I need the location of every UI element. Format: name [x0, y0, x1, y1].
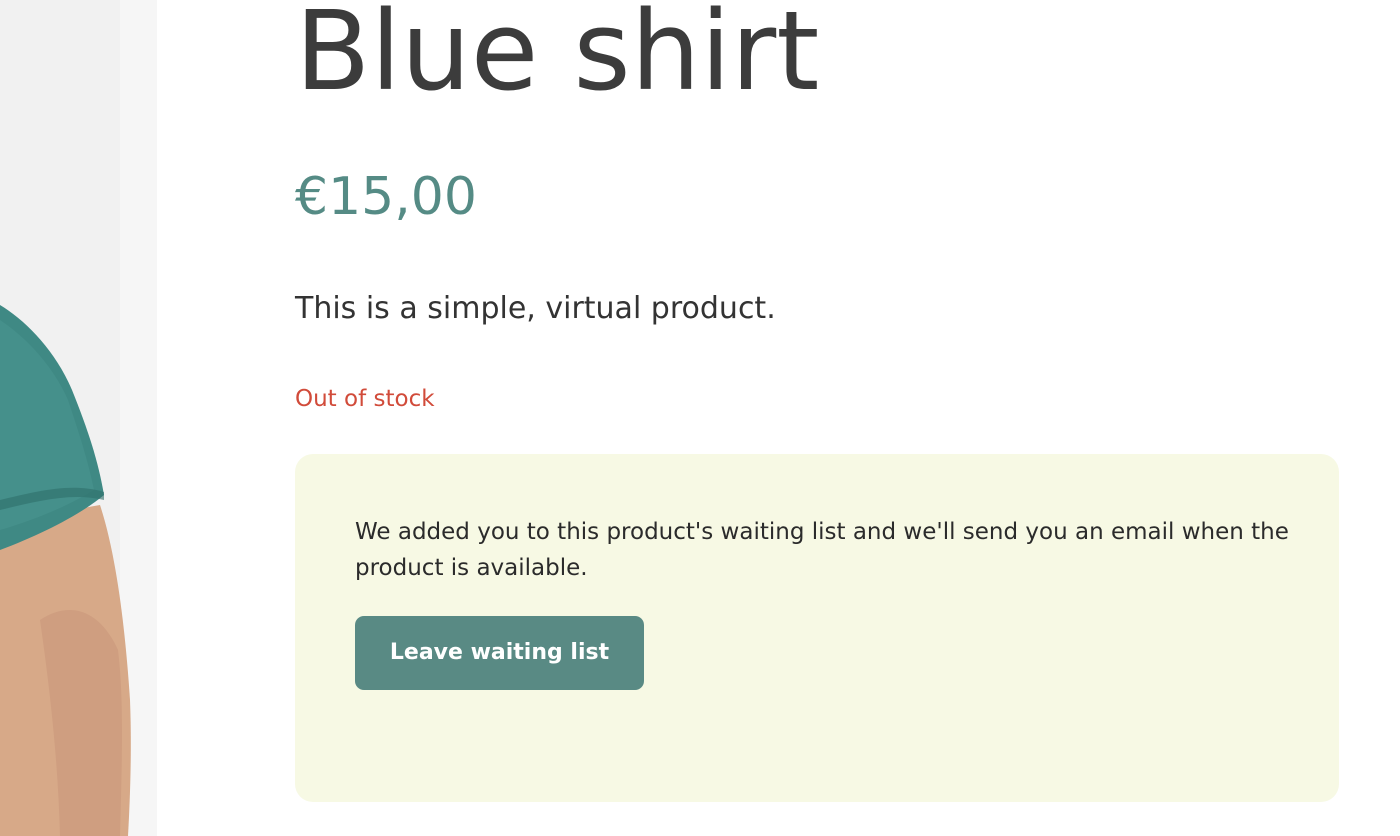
leave-waiting-list-button[interactable]: Leave waiting list — [355, 616, 644, 690]
product-title: Blue shirt — [295, 0, 820, 115]
product-short-description: This is a simple, virtual product. — [295, 291, 776, 326]
product-photo-graphic — [0, 0, 157, 836]
stock-status: Out of stock — [295, 386, 435, 412]
product-price: €15,00 — [295, 167, 477, 227]
waitlist-notice: We added you to this product's waiting l… — [295, 454, 1339, 802]
waitlist-message: We added you to this product's waiting l… — [355, 519, 1289, 581]
product-image[interactable] — [0, 0, 157, 836]
